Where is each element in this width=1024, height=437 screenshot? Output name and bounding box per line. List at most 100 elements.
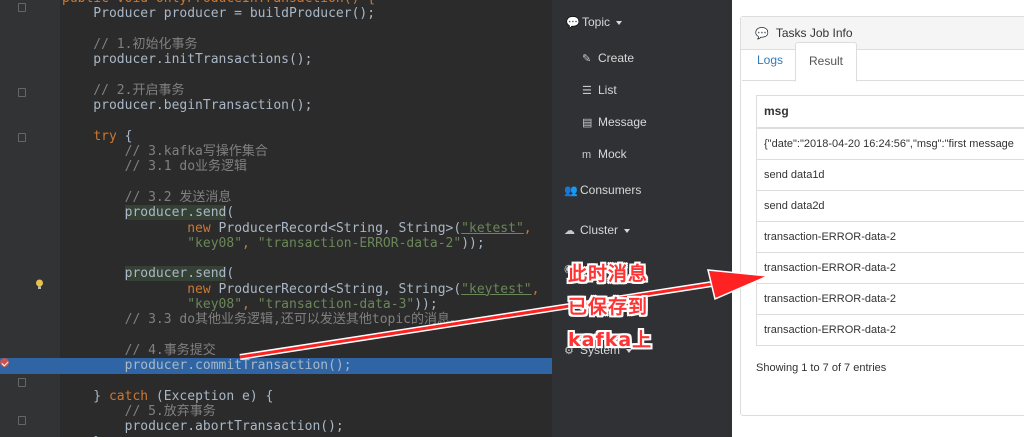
code-line-text: "key08", "transaction-ERROR-data-2")); [62,235,484,252]
code-token: "key08" [187,235,243,251]
code-line[interactable] [0,22,552,38]
code-token: // 3.2 发送消息 [62,189,232,205]
code-line[interactable]: producer.beginTransaction(); [0,98,552,114]
nav-label: Message [598,115,647,129]
nav-cluster[interactable]: ☁ Cluster [564,220,631,240]
table-row: transaction-ERROR-data-2 [757,222,1024,253]
code-line-text: producer.send( [62,266,234,282]
annotation-line: 已保存到 [568,296,649,318]
code-line[interactable]: producer.commitTransaction(); [0,358,552,375]
code-token: // 4.事务提交 [62,342,216,358]
lightbulb-icon[interactable] [35,279,44,290]
file-icon: ▤ [582,117,593,129]
code-line[interactable] [0,175,552,191]
code-line-text: try { [62,129,132,145]
code-line[interactable]: // 2.开启事务 [0,83,552,99]
code-token: new [187,281,211,297]
code-line-text: producer.abortTransaction(); [62,419,344,435]
code-line[interactable]: // 3.2 发送消息 [0,190,552,206]
code-line-text: // 5.放弃事务 [62,404,216,420]
code-line-text: producer.initTransactions(); [62,52,312,68]
nav-label: Topic [582,15,611,29]
code-token: ( [226,205,235,221]
code-token: "ketest" [461,220,524,236]
code-editor[interactable]: public void onlyProduceInTransaction() {… [0,0,552,437]
code-line[interactable]: producer.send( [0,205,552,221]
code-token: // 2.开启事务 [62,82,185,98]
code-line[interactable]: } catch (Exception e) { [0,389,552,405]
nav-topic-mock[interactable]: m Mock [582,144,627,164]
mock-icon: m [582,149,592,161]
code-line[interactable]: // 3.kafka写操作集合 [0,144,552,160]
code-line-text: // 3.kafka写操作集合 [62,144,268,160]
code-token: try [93,128,117,144]
caret-down-icon [616,20,623,25]
code-line[interactable]: try { [0,129,552,145]
code-token: "transaction-ERROR-data-2" [257,235,462,251]
tab-logs[interactable]: Logs [744,42,796,79]
code-line[interactable]: // 5.放弃事务 [0,404,552,420]
code-token: // 1.初始化事务 [62,36,198,52]
nav-consumers[interactable]: 👥 Consumers [564,180,641,200]
code-token: "keytest" [461,281,532,297]
code-line[interactable]: new ProducerRecord<String, String>("keyt… [0,282,552,298]
nav-label: Cluster [580,223,619,237]
nav-topic-message[interactable]: ▤ Message [582,112,647,132]
code-line-text: // 3.3 do其他业务逻辑,还可以发送其他topic的消息。 [62,312,463,328]
code-token: "transaction-data-3" [257,297,415,312]
nav-label: Create [598,51,635,65]
code-line[interactable]: producer.abortTransaction(); [0,419,552,435]
cloud-icon: ☁ [564,225,575,237]
code-line-text: producer.send( [62,205,234,221]
annotation-line: kafka上 [568,329,653,351]
code-area[interactable]: public void onlyProduceInTransaction() {… [0,0,552,437]
code-line[interactable]: Producer producer = buildProducer(); [0,6,552,22]
code-token: Producer producer = buildProducer(); [62,6,376,22]
code-line-text: new ProducerRecord<String, String>("keyt… [62,282,539,298]
code-line[interactable]: producer.initTransactions(); [0,52,552,68]
code-line[interactable] [0,68,552,84]
code-line[interactable] [0,374,552,390]
list-icon: ☰ [582,85,592,97]
code-line[interactable]: // 1.初始化事务 [0,37,552,53]
code-line[interactable]: "key08", "transaction-ERROR-data-2")); [0,236,552,252]
tab-result[interactable]: Result [795,42,858,82]
breakpoint-icon[interactable] [0,358,9,367]
code-token: // 3.3 do其他业务逻辑,还可以发送其他topic的消息。 [62,312,464,328]
msg-table: msg {"date":"2018-04-20 16:24:56","msg":… [756,95,1024,346]
code-line[interactable]: // 4.事务提交 [0,343,552,359]
code-line[interactable]: new ProducerRecord<String, String>("kete… [0,221,552,237]
code-token: ProducerRecord<String, String>( [210,220,462,236]
annotation-line: 此时消息 [568,263,649,285]
code-line[interactable] [0,251,552,267]
code-line[interactable]: producer.send( [0,266,552,282]
code-line[interactable]: // 3.1 do业务逻辑 [0,159,552,175]
code-token: ProducerRecord<String, String>( [210,281,462,297]
nav-topic-list[interactable]: ☰ List [582,80,617,100]
code-token: producer.abortTransaction(); [62,419,344,435]
code-line[interactable] [0,113,552,129]
code-line[interactable]: "key08", "transaction-data-3")); [0,297,552,313]
users-icon: 👥 [564,185,578,197]
code-line[interactable] [0,328,552,344]
code-token: , [531,281,540,297]
code-token: } [62,388,109,404]
code-token: "key08" [187,297,243,312]
code-line-text: Producer producer = buildProducer(); [62,6,375,22]
table-row: send data1d [757,160,1024,191]
nav-topic-create[interactable]: ✎ Create [582,48,634,68]
code-token: catch [108,388,149,404]
nav-topic[interactable]: 💬 Topic [566,12,623,32]
code-token: producer.send [124,266,227,282]
code-line-text: producer.beginTransaction(); [62,98,312,114]
code-line[interactable]: // 3.3 do其他业务逻辑,还可以发送其他topic的消息。 [0,312,552,328]
table-header-msg[interactable]: msg [757,96,1024,129]
nav-label: Mock [598,147,627,161]
caret-down-icon [624,228,631,233]
code-line-text: new ProducerRecord<String, String>("kete… [62,220,531,237]
sidebar-nav: 💬 Topic ✎ Create ☰ List ▤ Message m Mock 👥 Consumer… [552,0,732,437]
code-token: ( [226,266,235,282]
